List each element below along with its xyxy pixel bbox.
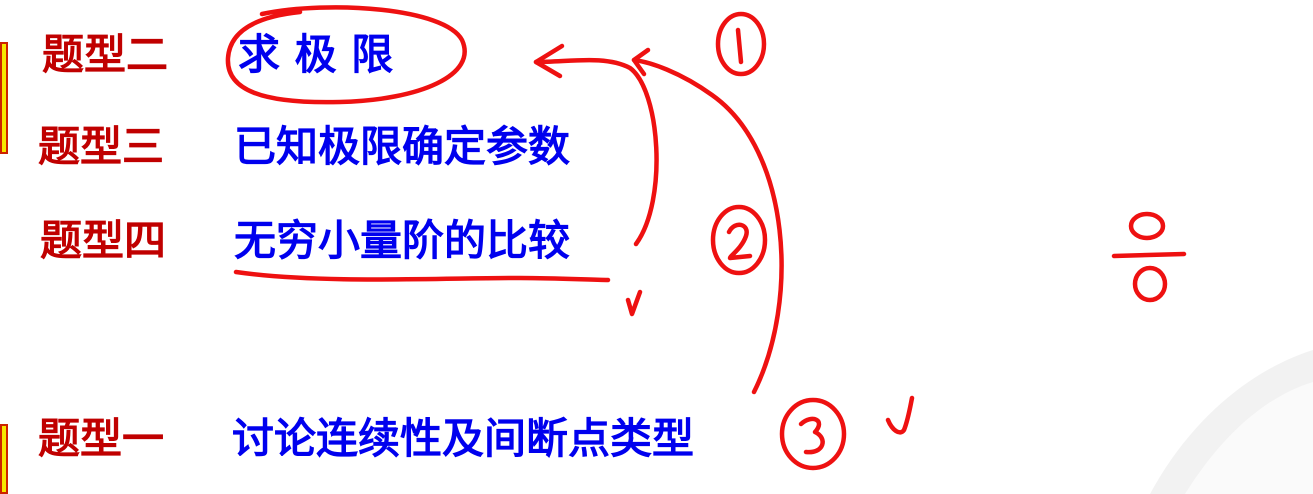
topic-label: 题型二 [42,30,169,79]
slide-marker-top [0,42,8,154]
topic-title: 无穷小量阶的比较 [234,216,571,265]
topic-title: 讨论连续性及间断点类型 [232,414,695,463]
topic-label: 题型四 [40,216,167,265]
topic-title: 已知极限确定参数 [234,122,571,171]
topic-label: 题型三 [38,122,165,171]
topic-title: 求 极 限 [238,30,394,79]
slide-marker-bottom [0,424,8,494]
topic-label: 题型一 [38,414,165,463]
slide: 题型二 求 极 限 题型三 已知极限确定参数 题型四 无穷小量阶的比较 题型一 … [0,0,1313,494]
